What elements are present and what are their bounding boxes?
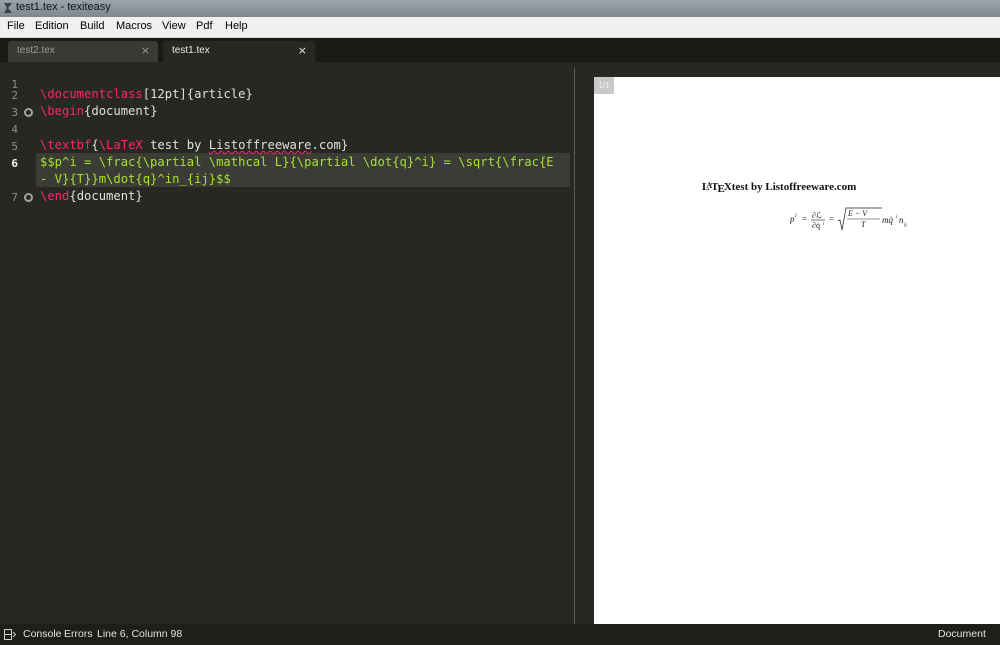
latex-command: \end	[40, 189, 70, 203]
formula-eq: =	[802, 214, 807, 224]
code-text: {	[91, 138, 99, 152]
line-number-current: 6	[11, 157, 18, 170]
formula-sup: i	[795, 213, 797, 219]
console-button[interactable]: Console	[23, 628, 62, 640]
fold-icon[interactable]	[24, 108, 33, 117]
code-text: [12pt]{article}	[142, 87, 253, 101]
line-number: 2	[11, 89, 18, 102]
menu-build[interactable]: Build	[80, 20, 104, 32]
formula-sub: ij	[904, 223, 907, 228]
code-line-5: \textbf{\LaTeX test by Listoffreeware.co…	[40, 138, 348, 152]
code-line-6a: $$p^i = \frac{\partial \mathcal L}{\part…	[40, 155, 554, 169]
line-number: 3	[11, 106, 18, 119]
cursor-position: Line 6, Column 98	[97, 628, 183, 640]
line-gutter: 1 2 3 4 5 6 7	[0, 62, 36, 624]
latex-command: \textbf	[40, 138, 92, 152]
formula-sup: i	[896, 215, 898, 220]
menu-pdf[interactable]: Pdf	[196, 20, 213, 32]
latex-command: \documentclass	[40, 87, 143, 101]
tab-test1[interactable]: test1.tex ×	[163, 41, 315, 62]
syntax-mode[interactable]: Document	[938, 628, 986, 640]
panel-toggle-icon[interactable]	[4, 629, 16, 640]
code-line-6b: - V}{T}}m\dot{q}^in_{ij}$$	[40, 172, 231, 186]
tab-bar: test2.tex × test1.tex ×	[0, 38, 1000, 62]
code-text: test by	[142, 138, 209, 152]
code-line-2: \documentclass[12pt]{article}	[40, 87, 253, 101]
heading-text: test by Listoffreeware.com	[731, 181, 857, 193]
line-number: 5	[11, 140, 18, 153]
formula-sqrt-num: E − V	[847, 209, 868, 218]
menu-file[interactable]: File	[7, 20, 25, 32]
tab-label: test1.tex	[172, 45, 210, 56]
formula-sup: i	[823, 222, 825, 227]
menu-macros[interactable]: Macros	[116, 20, 152, 32]
code-text: {document}	[69, 189, 143, 203]
tab-label: test2.tex	[17, 45, 55, 56]
latex-command: \begin	[40, 104, 85, 118]
close-icon[interactable]: ×	[141, 44, 150, 57]
errors-button[interactable]: Errors	[64, 628, 93, 640]
formula-eq: =	[829, 214, 834, 224]
code-text: .com}	[311, 138, 349, 152]
status-bar: Console Errors Line 6, Column 98 Documen…	[0, 624, 1000, 645]
latex-logo: LATEX	[702, 181, 732, 195]
code-line-3: \begin{document}	[40, 104, 157, 118]
document-heading: LATEXtest by Listoffreeware.com	[702, 181, 856, 195]
spellcheck-word: Listoffreeware	[208, 138, 312, 152]
menu-help[interactable]: Help	[225, 20, 248, 32]
code-line-7: \end{document}	[40, 189, 143, 203]
menu-edition[interactable]: Edition	[35, 20, 69, 32]
rendered-formula: p i = ∂ℒ ∂q̇ i = E − V T mq̇ i n ij	[790, 207, 907, 231]
code-editor[interactable]: 1 2 3 4 5 6 7 \documentclass[12pt]{artic…	[0, 62, 574, 624]
menu-view[interactable]: View	[162, 20, 186, 32]
texiteasy-app-icon	[4, 3, 12, 13]
tab-test2[interactable]: test2.tex ×	[8, 41, 158, 62]
latex-command: \LaTeX	[98, 138, 143, 152]
page-counter: 1/1	[594, 77, 614, 94]
line-number: 7	[11, 191, 18, 204]
code-text: {document}	[84, 104, 158, 118]
close-icon[interactable]: ×	[298, 44, 307, 57]
formula-tail: mq̇	[882, 215, 893, 225]
fold-icon[interactable]	[24, 193, 33, 202]
window-title: test1.tex - texiteasy	[16, 1, 111, 13]
pdf-preview[interactable]: 1/1 LATEXtest by Listoffreeware.com p i …	[575, 62, 1000, 624]
title-bar: test1.tex - texiteasy	[0, 0, 1000, 17]
formula-frac-den: ∂q̇	[812, 221, 820, 230]
line-number: 4	[11, 123, 18, 136]
pdf-page: 1/1 LATEXtest by Listoffreeware.com p i …	[594, 77, 1000, 624]
menu-bar: File Edition Build Macros View Pdf Help	[0, 17, 1000, 38]
formula-frac-num: ∂ℒ	[812, 211, 822, 220]
formula-sqrt-den: T	[861, 220, 866, 229]
